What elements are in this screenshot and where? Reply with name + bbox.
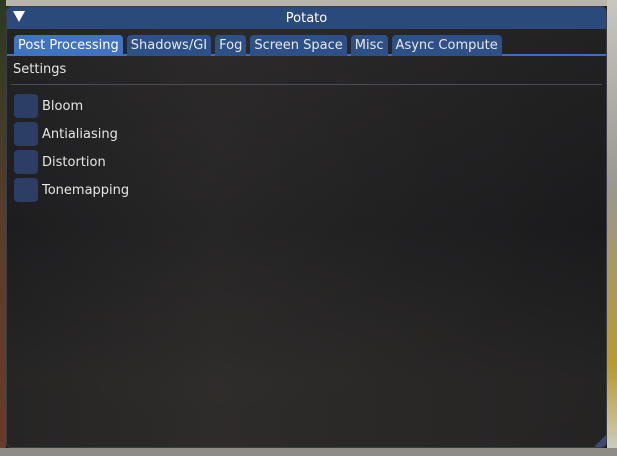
tab-bar: Post Processing Shadows/GI Fog Screen Sp… [7,29,606,56]
tab-async-compute[interactable]: Async Compute [391,35,502,56]
distortion-checkbox-row[interactable]: Distortion [7,148,606,176]
bloom-checkbox-row[interactable]: Bloom [7,92,606,120]
background-bottom [0,448,617,456]
collapse-arrow-icon[interactable] [13,11,25,22]
antialiasing-checkbox-row[interactable]: Antialiasing [7,120,606,148]
tonemapping-label: Tonemapping [42,182,130,198]
settings-window: Potato Post Processing Shadows/GI Fog Sc… [6,6,607,448]
bloom-checkbox[interactable] [14,94,38,118]
tonemapping-checkbox-row[interactable]: Tonemapping [7,176,606,204]
tab-misc[interactable]: Misc [350,35,388,56]
window-title: Potato [285,10,328,26]
tab-fog[interactable]: Fog [215,35,247,56]
tab-post-processing[interactable]: Post Processing [14,35,123,56]
background-right [607,0,617,456]
resize-grip[interactable] [594,435,606,447]
tab-shadows-gi[interactable]: Shadows/GI [126,35,212,56]
tonemapping-checkbox[interactable] [14,178,38,202]
window-titlebar[interactable]: Potato [7,7,606,29]
bloom-label: Bloom [42,98,84,114]
distortion-checkbox[interactable] [14,150,38,174]
antialiasing-label: Antialiasing [42,126,118,142]
distortion-label: Distortion [42,154,106,170]
antialiasing-checkbox[interactable] [14,122,38,146]
checkbox-list: Bloom Antialiasing Distortion Tonemappin… [7,85,606,204]
tab-screen-space[interactable]: Screen Space [250,35,347,56]
section-label: Settings [13,62,67,77]
